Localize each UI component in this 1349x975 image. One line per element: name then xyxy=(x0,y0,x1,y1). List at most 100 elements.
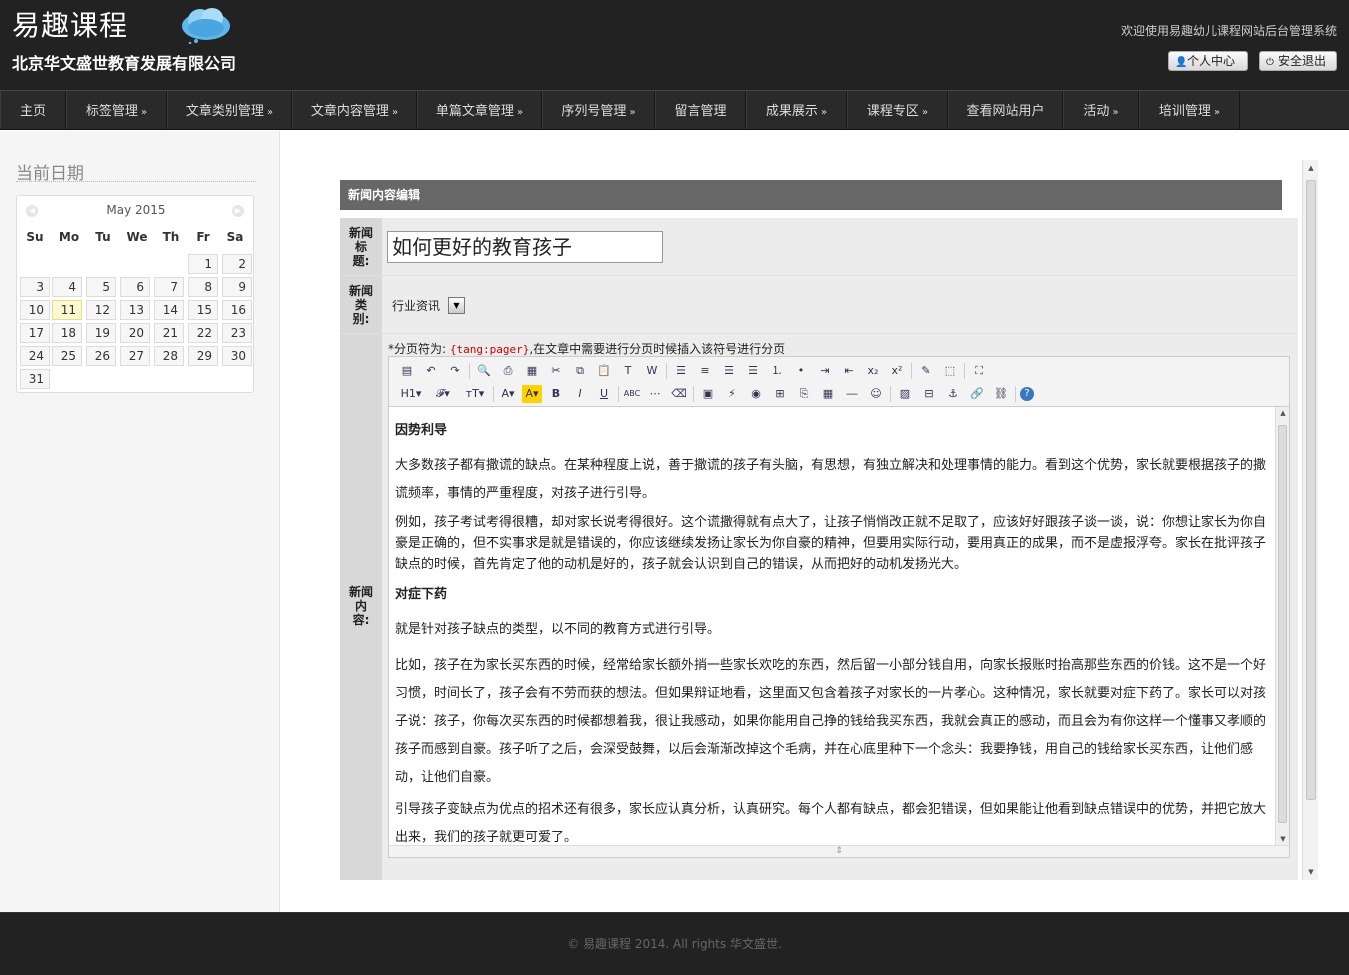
toolbar-preview-icon[interactable]: 🔍 xyxy=(474,362,494,380)
nav-item-achievements[interactable]: 成果展示» xyxy=(746,91,847,129)
toolbar-anchor-icon[interactable]: ⚓ xyxy=(943,385,963,403)
nav-item-tags[interactable]: 标签管理» xyxy=(66,91,167,129)
toolbar-tt-icon[interactable]: тT▾ xyxy=(461,385,489,403)
page-scrollbar[interactable]: ▲ ▼ xyxy=(1302,160,1318,880)
editor-content[interactable]: 因势利导 大多数孩子都有撒谎的缺点。在某种程度上说，善于撒谎的孩子有头脑，有思想… xyxy=(389,407,1275,845)
calendar-day[interactable]: 28 xyxy=(154,346,184,366)
toolbar-paste-icon[interactable]: 📋 xyxy=(594,362,614,380)
toolbar-media-icon[interactable]: ◉ xyxy=(746,385,766,403)
nav-item-messages[interactable]: 留言管理 xyxy=(655,91,746,129)
scroll-up-icon[interactable]: ▲ xyxy=(1303,164,1319,172)
toolbar-table-icon[interactable]: ▦ xyxy=(818,385,838,403)
calendar-day[interactable]: 18 xyxy=(52,323,82,343)
toolbar-abc-icon[interactable]: ABC xyxy=(623,385,641,403)
nav-item-site-users[interactable]: 查看网站用户 xyxy=(948,91,1063,129)
calendar-day[interactable]: 14 xyxy=(154,300,184,320)
calendar-day[interactable]: 15 xyxy=(188,300,218,320)
toolbar-indent-icon[interactable]: ⇥ xyxy=(815,362,835,380)
page-scroll-thumb[interactable] xyxy=(1306,180,1316,800)
calendar-day[interactable]: 20 xyxy=(120,323,150,343)
calendar-day[interactable]: 9 xyxy=(222,277,252,297)
toolbar-fullscreen-icon[interactable]: ⛶ xyxy=(969,362,989,380)
calendar-day[interactable]: 29 xyxy=(188,346,218,366)
toolbar-insert-icon[interactable]: ⊞ xyxy=(770,385,790,403)
chevron-down-icon[interactable]: ▼ xyxy=(448,297,465,314)
toolbar-print-icon[interactable]: ⎙ xyxy=(498,362,518,380)
toolbar-paste-word-icon[interactable]: W xyxy=(642,362,662,380)
toolbar-template-icon[interactable]: ▦ xyxy=(522,362,542,380)
toolbar-emoticon-icon[interactable]: ☺ xyxy=(866,385,886,403)
calendar-day[interactable]: 5 xyxy=(86,277,116,297)
toolbar-i-icon[interactable]: I xyxy=(570,385,590,403)
scroll-down-icon[interactable]: ▼ xyxy=(1303,868,1319,876)
toolbar-copy-icon[interactable]: ⧉ xyxy=(570,362,590,380)
calendar-day[interactable]: 11 xyxy=(52,300,82,320)
calendar-day[interactable]: 27 xyxy=(120,346,150,366)
calendar-day[interactable]: 2 xyxy=(222,254,252,274)
calendar-next-icon[interactable]: ▶ xyxy=(232,205,244,217)
calendar-day[interactable]: 24 xyxy=(20,346,50,366)
toolbar-source-icon[interactable]: ▤ xyxy=(397,362,417,380)
toolbar-redo-icon[interactable]: ↷ xyxy=(445,362,465,380)
nav-item-single-article[interactable]: 单篇文章管理» xyxy=(417,91,542,129)
toolbar-justify-icon[interactable]: ☰ xyxy=(743,362,763,380)
toolbar-select-all-icon[interactable]: ⬚ xyxy=(940,362,960,380)
toolbar-eraser-icon[interactable]: ⌫ xyxy=(669,385,689,403)
toolbar-a-icon[interactable]: A▾ xyxy=(522,385,542,403)
toolbar-outdent-icon[interactable]: ⇤ xyxy=(839,362,859,380)
toolbar-page-break-icon[interactable]: ⊟ xyxy=(919,385,939,403)
toolbar-align-left-icon[interactable]: ☰ xyxy=(671,362,691,380)
news-title-input[interactable]: 如何更好的教育孩子 xyxy=(387,231,663,263)
scroll-down-icon[interactable]: ▼ xyxy=(1276,835,1290,843)
nav-item-serial-numbers[interactable]: 序列号管理» xyxy=(542,91,655,129)
calendar-day[interactable]: 22 xyxy=(188,323,218,343)
calendar-day[interactable]: 8 xyxy=(188,277,218,297)
calendar-day[interactable]: 10 xyxy=(20,300,50,320)
calendar-day[interactable]: 7 xyxy=(154,277,184,297)
editor-resize-handle[interactable]: ⇕ xyxy=(389,845,1289,857)
toolbar-u-icon[interactable]: U xyxy=(594,385,614,403)
editor-scrollbar[interactable]: ▲ ▼ xyxy=(1275,407,1289,845)
toolbar-clear-format-icon[interactable]: ✎ xyxy=(916,362,936,380)
calendar-day[interactable]: 6 xyxy=(120,277,150,297)
calendar-day[interactable]: 16 xyxy=(222,300,252,320)
toolbar-link-icon[interactable]: 🔗 xyxy=(967,385,987,403)
toolbar-flash-icon[interactable]: ⚡ xyxy=(722,385,742,403)
calendar-day[interactable]: 30 xyxy=(222,346,252,366)
calendar-day[interactable]: 1 xyxy=(188,254,218,274)
toolbar-h1-icon[interactable]: H1▾ xyxy=(397,385,425,403)
toolbar-unlink-icon[interactable]: ⛓ xyxy=(991,385,1011,403)
toolbar-b-icon[interactable]: B xyxy=(546,385,566,403)
calendar-day[interactable]: 26 xyxy=(86,346,116,366)
toolbar-ordered-list-icon[interactable]: ⒈ xyxy=(767,362,787,380)
nav-item-article-content[interactable]: 文章内容管理» xyxy=(292,91,417,129)
scroll-up-icon[interactable]: ▲ xyxy=(1276,409,1290,417)
toolbar-img-icon[interactable]: ▨ xyxy=(895,385,915,403)
nav-item-activities[interactable]: 活动» xyxy=(1063,91,1139,129)
toolbar-cut-icon[interactable]: ✂ xyxy=(546,362,566,380)
calendar-day[interactable]: 4 xyxy=(52,277,82,297)
toolbar-font-icon[interactable]: 𝓕▾ xyxy=(429,385,457,403)
toolbar-attach-icon[interactable]: ⎘ xyxy=(794,385,814,403)
profile-button[interactable]: 👤个人中心 xyxy=(1168,51,1248,71)
toolbar-superscript-icon[interactable]: x² xyxy=(887,362,907,380)
nav-item-home[interactable]: 主页 xyxy=(0,91,66,129)
calendar-day[interactable]: 31 xyxy=(20,369,50,389)
news-type-select[interactable]: 行业资讯 xyxy=(392,297,440,314)
toolbar-image-icon[interactable]: ▣ xyxy=(698,385,718,403)
logout-button[interactable]: ⏻ 安全退出 xyxy=(1259,51,1337,71)
toolbar-paste-text-icon[interactable]: T xyxy=(618,362,638,380)
nav-item-training[interactable]: 培训管理» xyxy=(1139,91,1240,129)
editor-scroll-thumb[interactable] xyxy=(1278,425,1287,823)
toolbar-hr-icon[interactable]: ― xyxy=(842,385,862,403)
calendar-day[interactable]: 25 xyxy=(52,346,82,366)
calendar-day[interactable]: 21 xyxy=(154,323,184,343)
toolbar-help-icon[interactable]: ? xyxy=(1020,387,1034,401)
toolbar-unordered-list-icon[interactable]: • xyxy=(791,362,811,380)
calendar-day[interactable]: 3 xyxy=(20,277,50,297)
toolbar-align-right-icon[interactable]: ☰ xyxy=(719,362,739,380)
toolbar-align-center-icon[interactable]: ≡ xyxy=(695,362,715,380)
nav-item-courses[interactable]: 课程专区» xyxy=(847,91,948,129)
calendar-day[interactable]: 12 xyxy=(86,300,116,320)
toolbar-a-icon[interactable]: A▾ xyxy=(498,385,518,403)
